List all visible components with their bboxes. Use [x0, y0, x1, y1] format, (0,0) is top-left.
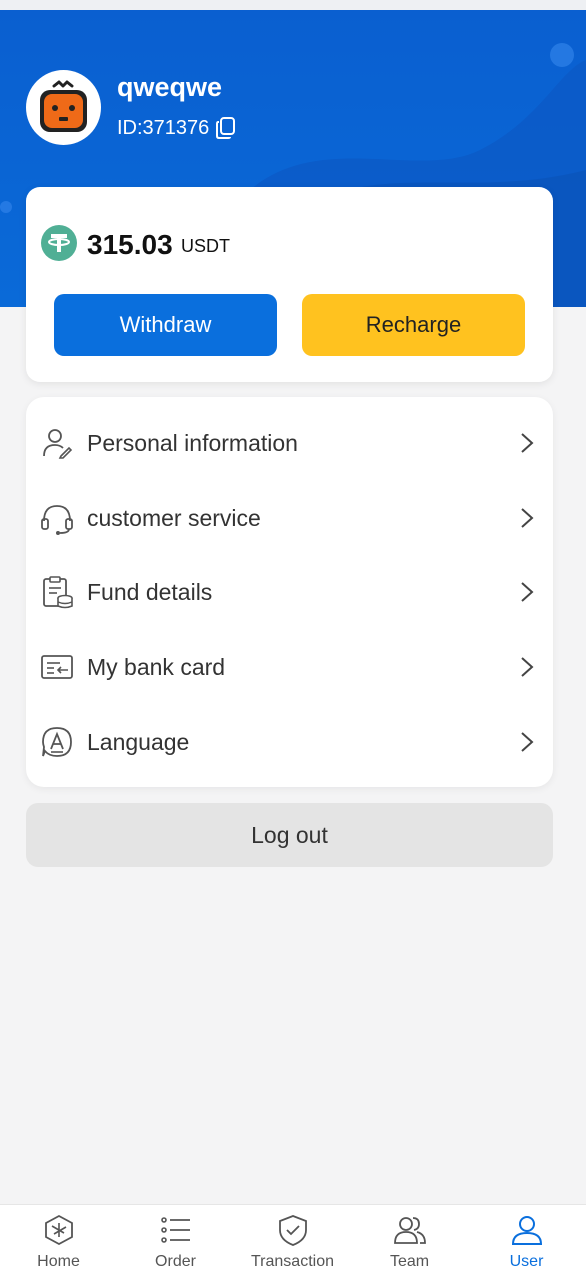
user-edit-icon — [43, 429, 73, 459]
username: qweqwe — [117, 72, 223, 102]
headset-icon — [41, 505, 73, 535]
tab-label: User — [509, 1253, 544, 1270]
tab-team[interactable]: Team — [351, 1205, 468, 1278]
menu-item-fund-details[interactable]: Fund details — [26, 562, 553, 622]
menu-item-label: Personal information — [87, 429, 298, 456]
ledger-icon — [43, 576, 73, 609]
recharge-button[interactable]: Recharge — [302, 294, 525, 356]
tab-home[interactable]: Home — [0, 1205, 117, 1278]
copy-icon[interactable] — [215, 116, 237, 140]
menu-item-label: My bank card — [87, 653, 226, 680]
tab-label: Team — [389, 1253, 430, 1270]
tab-transaction[interactable]: Transaction — [234, 1205, 351, 1278]
menu-item-label: customer service — [87, 504, 261, 531]
team-icon — [394, 1217, 426, 1244]
menu-item-personal-information[interactable]: Personal information — [26, 413, 553, 473]
top-strip — [0, 0, 586, 10]
user-icon — [511, 1216, 543, 1245]
balance-card: 315.03 USDT Withdraw Recharge — [26, 187, 553, 382]
chevron-right-icon — [521, 657, 534, 677]
chevron-right-icon — [521, 582, 534, 602]
tab-order[interactable]: Order — [117, 1205, 234, 1278]
bottom-tab-bar: Home Order Transaction Team User — [0, 1204, 586, 1278]
balance-currency: USDT — [181, 236, 230, 256]
language-icon — [42, 727, 72, 757]
list-icon — [161, 1217, 190, 1243]
bank-card-icon — [41, 655, 73, 679]
menu-item-customer-service[interactable]: customer service — [26, 488, 553, 548]
chevron-right-icon — [521, 732, 534, 752]
menu-item-label: Fund details — [87, 578, 213, 605]
menu-item-my-bank-card[interactable]: My bank card — [26, 637, 553, 697]
user-id-row: ID:371376 — [117, 116, 237, 140]
robot-avatar-icon — [40, 80, 87, 132]
menu-item-language[interactable]: Language — [26, 712, 553, 772]
shield-check-icon — [279, 1215, 307, 1246]
home-icon — [45, 1214, 73, 1246]
menu-item-label: Language — [87, 728, 190, 755]
withdraw-button[interactable]: Withdraw — [54, 294, 277, 356]
logout-button[interactable]: Log out — [26, 803, 553, 867]
user-id: ID:371376 — [117, 116, 210, 139]
chevron-right-icon — [521, 433, 534, 453]
usdt-coin-icon — [41, 225, 77, 261]
tab-label: Transaction — [251, 1253, 334, 1270]
menu-card: Personal information customer service Fu… — [26, 397, 553, 787]
tab-label: Home — [37, 1253, 80, 1270]
chevron-right-icon — [521, 508, 534, 528]
avatar[interactable] — [26, 70, 101, 145]
balance-amount: 315.03 — [87, 229, 173, 260]
tab-user[interactable]: User — [468, 1205, 585, 1278]
tab-label: Order — [155, 1253, 196, 1270]
